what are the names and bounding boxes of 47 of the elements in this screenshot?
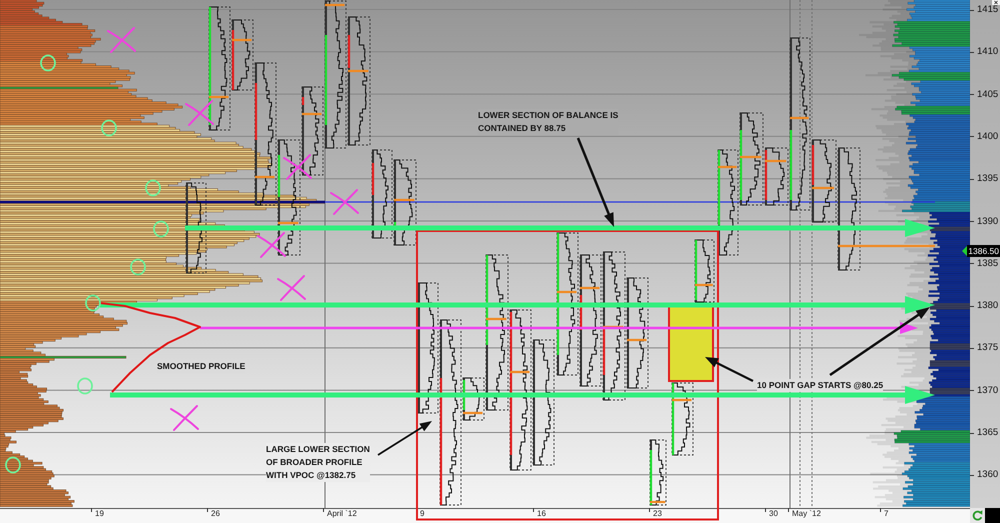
close-icon[interactable] <box>992 0 1000 5</box>
price-label: 1385 <box>977 258 998 268</box>
date-label: 9 <box>420 509 424 518</box>
pointer-arrow <box>705 357 754 382</box>
daily-profile <box>694 240 714 302</box>
circle-mark-icon <box>101 120 117 136</box>
circle-mark-icon <box>5 456 21 474</box>
cross-mark-icon <box>107 27 136 53</box>
price-label: 1375 <box>977 343 998 352</box>
price-label: 1370 <box>977 386 998 395</box>
price-label: 1365 <box>977 428 998 437</box>
price-label: 1395 <box>977 174 998 184</box>
price-label: 1415 <box>977 5 998 14</box>
circle-mark-icon <box>130 258 146 276</box>
refresh-icon[interactable] <box>970 508 985 523</box>
cross-mark-icon <box>185 100 214 126</box>
circle-mark-icon <box>40 54 56 72</box>
cross-mark-icon <box>257 232 286 258</box>
cross-mark-icon <box>283 154 312 180</box>
current-price-label: 1386.50 <box>967 245 1000 257</box>
cross-mark-icon <box>170 405 199 431</box>
corner-block <box>985 508 1000 523</box>
cross-mark-icon <box>277 275 306 301</box>
price-label: 1360 <box>977 470 998 480</box>
annotation-text: 10 POINT GAP STARTS @80.25 <box>757 379 884 392</box>
date-label: May `12 <box>792 509 821 518</box>
date-label: 19 <box>95 509 104 518</box>
price-label: 1380 <box>977 301 998 310</box>
circle-mark-icon <box>77 378 93 394</box>
circle-mark-icon <box>153 220 169 238</box>
price-label: 1400 <box>977 132 998 141</box>
date-label: 26 <box>211 509 220 518</box>
annotation-text: LARGE LOWER SECTION OF BROADER PROFILE WITH VPOC @1382.75 <box>266 443 370 482</box>
circle-mark-icon <box>145 180 161 196</box>
pointer-arrow <box>378 421 432 456</box>
circle-mark-icon <box>85 294 101 312</box>
date-label: 23 <box>653 509 662 518</box>
date-label: 30 <box>769 509 778 518</box>
date-label: April `12 <box>327 509 357 518</box>
daily-profile <box>650 440 666 506</box>
triangle-icon <box>962 246 968 256</box>
price-label: 1390 <box>977 216 998 226</box>
date-label: 16 <box>537 509 546 518</box>
date-label: 7 <box>884 509 888 518</box>
price-label: 1410 <box>977 47 998 56</box>
cross-mark-icon <box>330 189 359 215</box>
price-label: 1405 <box>977 90 998 99</box>
